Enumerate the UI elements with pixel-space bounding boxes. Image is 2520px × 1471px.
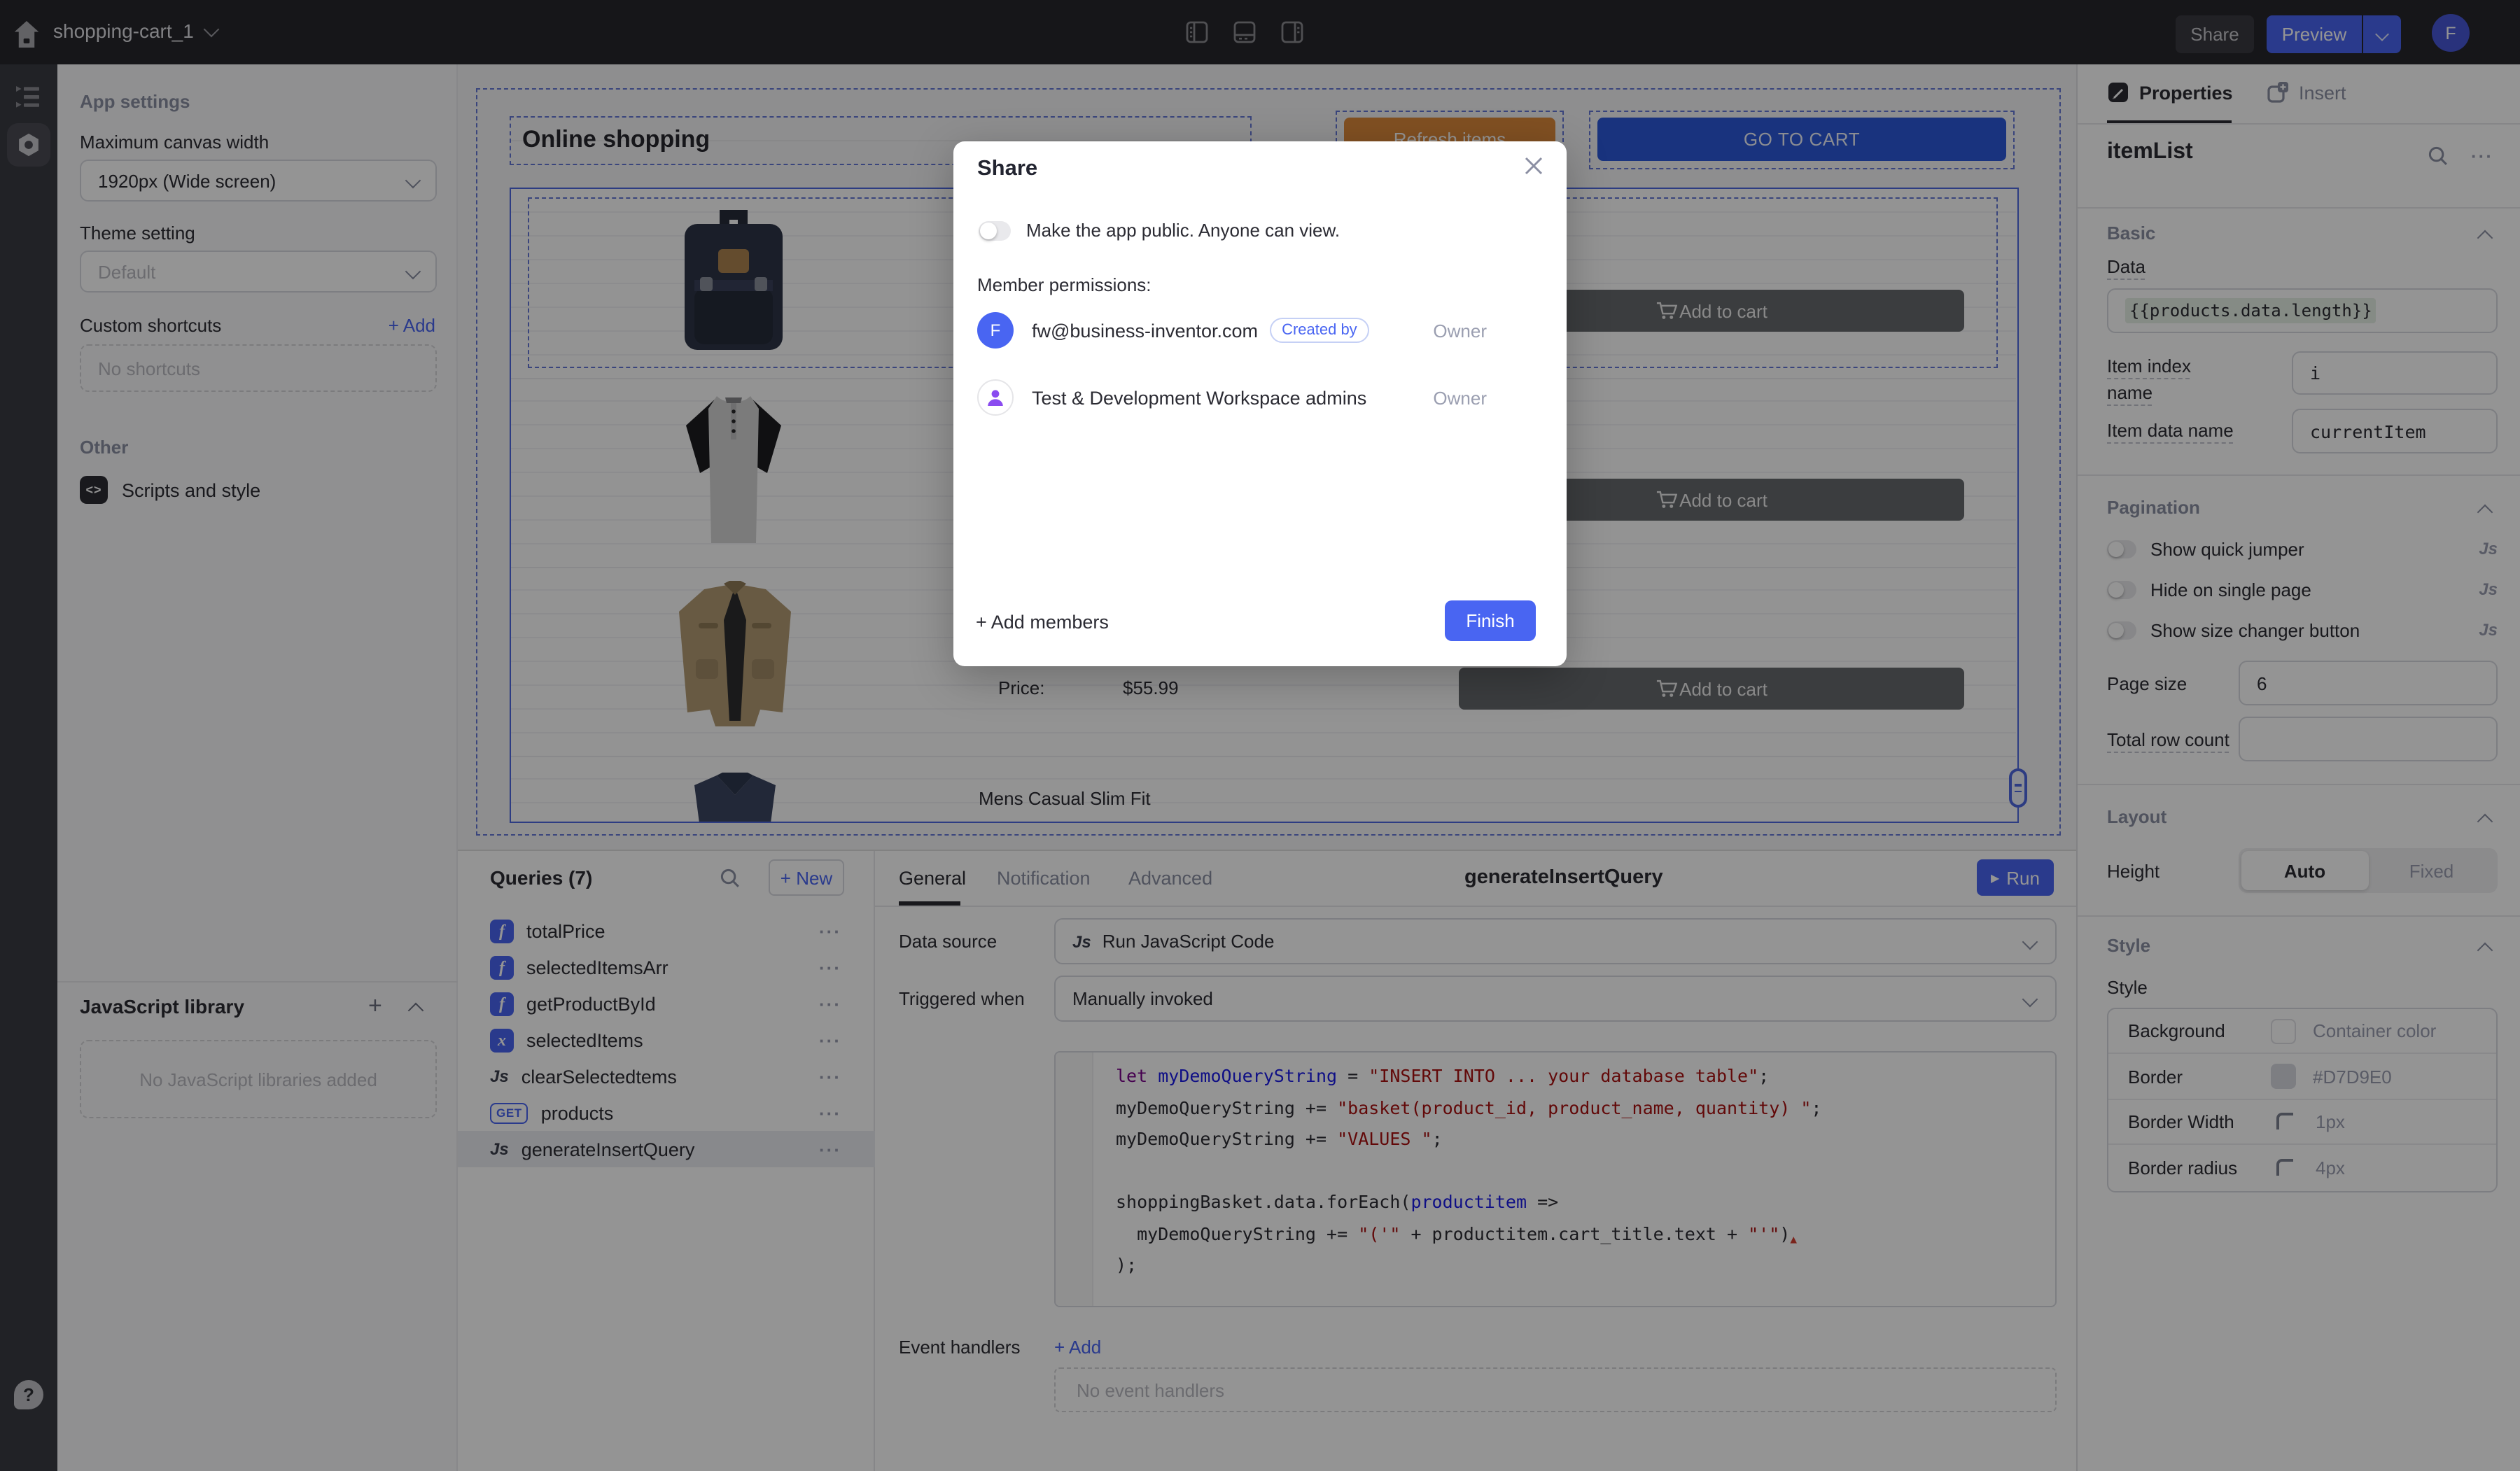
modal-title: Share: [977, 157, 1037, 182]
public-toggle-row: Make the app public. Anyone can view.: [979, 220, 1340, 241]
add-members-button[interactable]: + Add members: [976, 612, 1109, 633]
member-permissions-label: Member permissions:: [977, 274, 1152, 295]
members-list: F fw@business-inventor.com Created by Ow…: [977, 309, 1543, 444]
member-role[interactable]: Owner: [1433, 387, 1487, 408]
group-avatar: [977, 379, 1014, 416]
share-modal: Share Make the app public. Anyone can vi…: [953, 141, 1567, 666]
member-row: F fw@business-inventor.com Created by Ow…: [977, 309, 1543, 351]
member-avatar: F: [977, 312, 1014, 349]
member-role[interactable]: Owner: [1433, 320, 1487, 341]
close-icon[interactable]: [1523, 155, 1544, 183]
make-public-toggle[interactable]: [979, 220, 1011, 240]
member-row: Test & Development Workspace admins Owne…: [977, 376, 1543, 418]
group-icon: [986, 388, 1005, 407]
finish-button[interactable]: Finish: [1445, 600, 1536, 641]
app-root: shopping-cart_1 Share Preview F: [0, 0, 2520, 1471]
created-by-badge: Created by: [1269, 318, 1370, 343]
